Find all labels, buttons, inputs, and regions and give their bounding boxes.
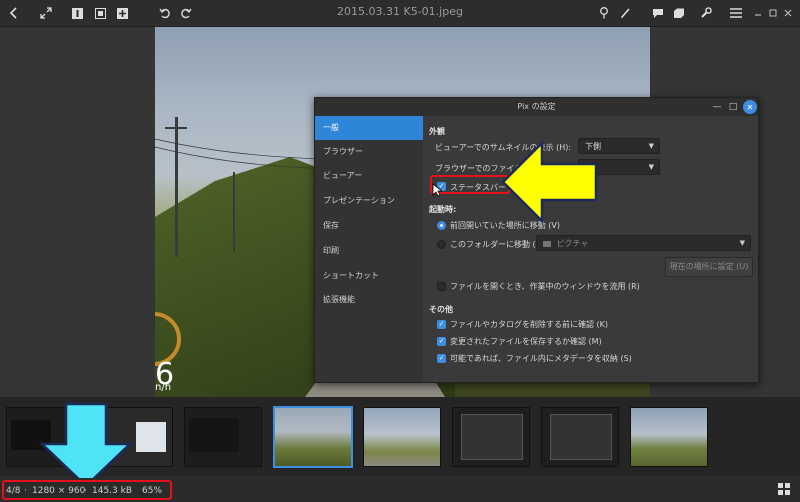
settings-sidebar: 一般 ブラウザー ビューアー プレゼンテーション 保存 印刷 ショートカット 拡… — [315, 116, 423, 382]
sidebar-item-extensions[interactable]: 拡張機能 — [315, 288, 423, 312]
dialog-minimize-icon[interactable]: — — [710, 100, 724, 114]
dialog-close-icon[interactable]: ✕ — [743, 100, 757, 114]
section-appearance: 外観 — [429, 127, 445, 136]
store-metadata-label[interactable]: 可能であれば、ファイル内にメタデータを収納 (S) — [450, 353, 632, 364]
confirm-save-label[interactable]: 変更されたファイルを保存するか確認 (M) — [450, 336, 602, 347]
location-icon[interactable] — [594, 3, 614, 23]
highlight-box-statusbar-info — [2, 480, 172, 500]
dialog-title: Pix の設定 — [517, 102, 556, 111]
sidebar-item-viewer[interactable]: ビューアー — [315, 164, 423, 188]
store-metadata-checkbox[interactable]: ✓ — [437, 354, 446, 363]
sidebar-item-save[interactable]: 保存 — [315, 214, 423, 238]
menu-icon[interactable] — [726, 3, 746, 23]
thumbnail-7[interactable] — [541, 407, 619, 467]
thumbnail-4-selected[interactable] — [273, 406, 353, 468]
section-startup: 起動時: — [429, 205, 457, 214]
sidebar-item-shortcuts[interactable]: ショートカット — [315, 264, 423, 288]
edit-icon[interactable] — [616, 3, 636, 23]
cyan-arrow-icon — [38, 402, 134, 488]
folder-icon — [543, 240, 551, 247]
folder-value: ピクチャ — [556, 239, 589, 248]
tools-icon[interactable] — [696, 3, 716, 23]
comment-icon[interactable] — [648, 3, 668, 23]
startup-folder-label[interactable]: このフォルダーに移動 (F): — [450, 239, 546, 250]
tag-icon[interactable] — [669, 3, 689, 23]
section-other: その他 — [429, 305, 453, 314]
thumbnail-8[interactable] — [630, 407, 708, 467]
highlight-box-statusbar — [430, 175, 510, 194]
mouse-cursor-icon — [432, 183, 442, 197]
thumbnail-5[interactable] — [363, 407, 441, 467]
speed-unit: n/h — [155, 382, 172, 393]
chevron-down-icon: ▼ — [739, 239, 745, 247]
sidebar-item-presentation[interactable]: プレゼンテーション — [315, 189, 423, 213]
chevron-down-icon: ▼ — [648, 142, 654, 150]
close-icon[interactable] — [778, 3, 798, 23]
grid-view-icon[interactable] — [778, 483, 792, 497]
thumbnail-3[interactable] — [184, 407, 262, 467]
folder-chooser[interactable]: ピクチャ ▼ — [536, 235, 751, 251]
set-current-location-button[interactable]: 現在の場所に設定 (U) — [665, 257, 753, 277]
confirm-delete-label[interactable]: ファイルやカタログを削除する前に確認 (K) — [450, 319, 608, 330]
confirm-save-checkbox[interactable]: ✓ — [437, 337, 446, 346]
confirm-delete-checkbox[interactable]: ✓ — [437, 320, 446, 329]
yellow-arrow-icon — [501, 140, 598, 224]
thumbnail-6[interactable] — [452, 407, 530, 467]
dialog-header: Pix の設定 — □ ✕ — [315, 98, 758, 116]
sidebar-item-browser[interactable]: ブラウザー — [315, 140, 423, 164]
chevron-down-icon: ▼ — [648, 163, 654, 171]
dialog-maximize-icon[interactable]: □ — [726, 100, 740, 114]
title-bar: 2015.03.31 K5-01.jpeg — [0, 0, 800, 27]
sidebar-item-general[interactable]: 一般 — [315, 116, 423, 140]
startup-last-location-radio[interactable] — [437, 221, 446, 230]
reuse-window-label[interactable]: ファイルを開くとき、作業中のウィンドウを流用 (R) — [450, 281, 640, 292]
sidebar-item-print[interactable]: 印刷 — [315, 239, 423, 263]
reuse-window-checkbox[interactable] — [437, 282, 446, 291]
startup-folder-radio[interactable] — [437, 240, 446, 249]
